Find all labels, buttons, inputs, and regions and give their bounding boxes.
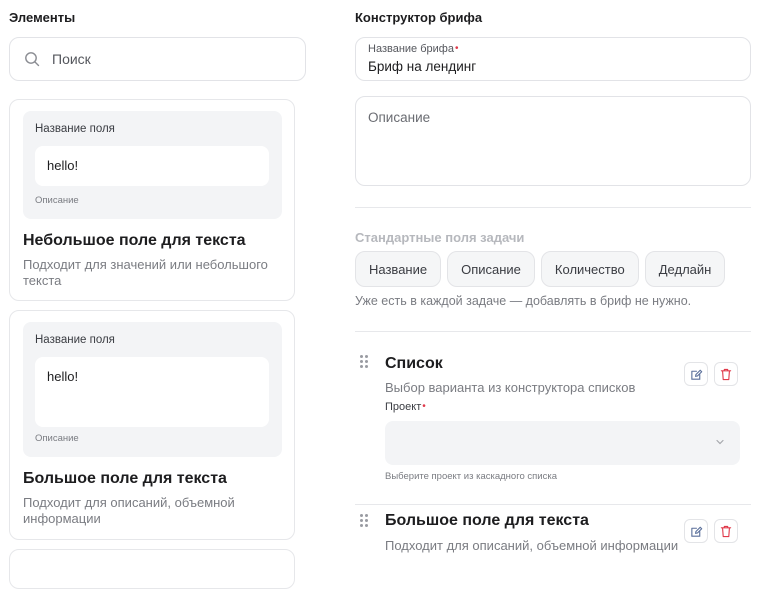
delete-button[interactable] [714, 519, 738, 543]
brief-name-field[interactable]: Название брифа• Бриф на лендинг [355, 37, 751, 81]
preview-description: Описание [35, 195, 79, 206]
drag-handle-icon[interactable] [360, 355, 370, 371]
brief-description-field[interactable]: Описание [355, 96, 751, 186]
block-title: Список [385, 355, 443, 372]
divider [355, 504, 751, 505]
chip-deadline: Дедлайн [644, 251, 726, 287]
block-description: Выбор варианта из конструктора списков [385, 380, 636, 395]
standard-fields-note: Уже есть в каждой задаче — добавлять в б… [355, 294, 692, 308]
standard-fields-title: Стандартные поля задачи [355, 230, 525, 245]
card-title: Небольшое поле для текста [23, 232, 246, 249]
element-card-small-text[interactable]: Название поля hello! Описание Небольшое … [9, 99, 295, 301]
elements-title: Элементы [9, 10, 76, 25]
field-preview: Название поля hello! Описание [23, 111, 282, 219]
search-box[interactable] [9, 37, 306, 81]
project-select[interactable] [385, 421, 740, 465]
search-icon [24, 51, 40, 67]
element-card[interactable] [9, 549, 295, 589]
required-marker: • [422, 401, 426, 412]
block-title: Большое поле для текста [385, 512, 589, 529]
required-marker: • [454, 43, 459, 54]
brief-name-value: Бриф на лендинг [368, 59, 477, 74]
edit-icon [690, 526, 702, 537]
block-description: Подходит для описаний, объемной информац… [385, 538, 679, 553]
edit-button[interactable] [684, 362, 708, 386]
preview-label: Название поля [35, 123, 115, 135]
project-hint: Выберите проект из каскадного списка [385, 471, 557, 482]
edit-button[interactable] [684, 519, 708, 543]
delete-button[interactable] [714, 362, 738, 386]
preview-textarea: hello! [35, 357, 269, 427]
divider [355, 331, 751, 332]
brief-block-list: Список Выбор варианта из конструктора сп… [355, 352, 751, 482]
trash-icon [720, 368, 732, 380]
chip-quantity: Количество [540, 251, 639, 287]
drag-handle-icon[interactable] [360, 514, 370, 530]
preview-description: Описание [35, 433, 79, 444]
card-title: Большое поле для текста [23, 470, 227, 487]
element-card-large-text[interactable]: Название поля hello! Описание Большое по… [9, 310, 295, 540]
chip-name: Название [355, 251, 442, 287]
card-description: Подходит для значений или небольшого тек… [23, 257, 268, 288]
brief-block-large-text: Большое поле для текста Подходит для опи… [355, 511, 751, 568]
edit-icon [690, 369, 702, 380]
trash-icon [720, 525, 732, 537]
brief-description-placeholder: Описание [368, 110, 431, 125]
preview-input: hello! [35, 146, 269, 186]
project-label: Проект [385, 401, 422, 413]
brief-name-label: Название брифа [368, 43, 454, 55]
builder-title: Конструктор брифа [355, 10, 483, 25]
divider [355, 207, 751, 208]
field-preview: Название поля hello! Описание [23, 322, 282, 457]
chip-description: Описание [447, 251, 535, 287]
preview-label: Название поля [35, 334, 115, 346]
card-description: Подходит для описаний, объемной информац… [23, 495, 235, 526]
chevron-down-icon [716, 439, 724, 445]
search-input[interactable] [52, 51, 272, 67]
standard-fields-chips: Название Описание Количество Дедлайн [355, 251, 726, 287]
